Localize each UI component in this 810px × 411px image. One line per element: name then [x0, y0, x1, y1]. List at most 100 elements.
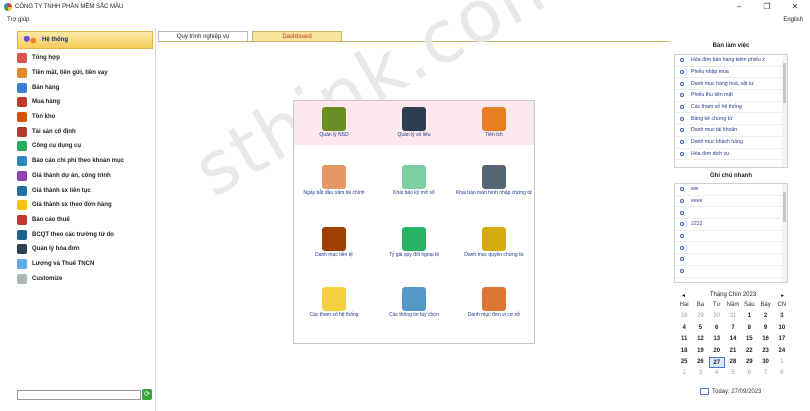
sidebar-item[interactable]: Lương và Thuế TNCN [17, 257, 155, 272]
quicknote-item-row[interactable] [675, 207, 787, 220]
sidebar-item[interactable]: Quản lý hóa đơn [17, 242, 155, 257]
calendar-day[interactable]: 10 [774, 323, 790, 334]
workspace-item-row[interactable]: Các tham số hệ thống [675, 102, 787, 114]
calendar-day[interactable]: 11 [676, 334, 692, 345]
calendar-day[interactable]: 26 [692, 357, 708, 368]
calendar-day[interactable]: 12 [692, 334, 708, 345]
close-button[interactable]: ✕ [790, 2, 800, 12]
calendar-day[interactable]: 6 [709, 323, 725, 334]
calendar-day[interactable]: 1 [774, 357, 790, 368]
quicknote-item-row[interactable] [675, 254, 787, 266]
sidebar-item[interactable]: BCQT theo các trường từ do [17, 227, 155, 242]
sidebar-item[interactable]: Giá thành dự án, công trình [17, 169, 155, 184]
workspace-item-row[interactable]: Danh mục khách hàng [675, 137, 787, 149]
panel-function-item[interactable]: Quản lý số liệu [374, 107, 454, 139]
sidebar-item[interactable]: Giá thành sx liên tục [17, 183, 155, 198]
calendar-day[interactable]: 29 [692, 311, 708, 322]
calendar-day[interactable]: 15 [741, 334, 757, 345]
workspace-item-row[interactable]: Bảng kê chứng từ [675, 113, 787, 126]
calendar-day[interactable]: 30 [757, 357, 773, 368]
panel-function-item[interactable]: Danh mục quyền chứng từ [454, 227, 534, 259]
calendar-month-label[interactable]: Tháng Chín 2023 [710, 292, 756, 298]
calendar-day[interactable]: 7 [725, 323, 741, 334]
quicknote-item-row[interactable] [675, 242, 787, 255]
sidebar-item[interactable]: Mua hàng [17, 95, 155, 110]
sidebar-item[interactable]: Tổng hợp [17, 51, 155, 66]
calendar-day[interactable]: 2 [757, 311, 773, 322]
workspace-item-row[interactable]: Hóa đơn dịch vụ [675, 149, 787, 161]
sidebar-item[interactable]: Báo cáo thuế [17, 213, 155, 228]
calendar-day[interactable]: 23 [757, 346, 773, 357]
calendar-day[interactable]: 25 [676, 357, 692, 368]
menu-help[interactable]: Trợ giúp [7, 17, 29, 23]
calendar-day[interactable]: 4 [709, 368, 725, 379]
quicknotes-scrollbar[interactable] [782, 184, 787, 282]
panel-function-item[interactable]: Tỷ giá quy đổi ngoại tệ [374, 227, 454, 259]
workspace-item-row[interactable]: Phiếu nhập mua [675, 67, 787, 79]
calendar-day[interactable]: 16 [757, 334, 773, 345]
calendar-day[interactable]: 3 [692, 368, 708, 379]
workspace-item-row[interactable]: Phiếu thu tiền mặt [675, 90, 787, 102]
calendar-day[interactable]: 19 [692, 346, 708, 357]
calendar-today[interactable]: Today: 27/09/2023 [700, 388, 761, 395]
calendar-day[interactable]: 9 [757, 323, 773, 334]
calendar-day[interactable]: 31 [725, 311, 741, 322]
sidebar-item[interactable]: Công cụ dụng cụ [17, 139, 155, 154]
calendar-day[interactable]: 5 [692, 323, 708, 334]
calendar-day[interactable]: 29 [741, 357, 757, 368]
refresh-button[interactable]: ⟳ [142, 389, 152, 400]
calendar-day[interactable]: 1 [741, 311, 757, 322]
calendar-day[interactable]: 3 [774, 311, 790, 322]
workspace-item-row[interactable]: Hóa đơn bán hàng kiêm phiếu x [675, 55, 787, 67]
panel-function-item[interactable]: Khai báo kỳ mở sổ [374, 165, 454, 197]
sidebar-search-input[interactable] [17, 390, 141, 400]
sidebar-item[interactable]: Tài sản cố định [17, 124, 155, 139]
panel-function-item[interactable]: Danh mục đơn vị cơ sở [454, 287, 534, 319]
workspace-scrollbar[interactable] [782, 55, 787, 167]
calendar-day[interactable]: 22 [741, 346, 757, 357]
calendar-day[interactable]: 27 [708, 356, 725, 369]
calendar-day[interactable]: 21 [725, 346, 741, 357]
panel-function-item[interactable]: Quản lý NSD [294, 107, 374, 139]
calendar-day[interactable]: 17 [774, 334, 790, 345]
calendar-day[interactable]: 13 [709, 334, 725, 345]
calendar-day[interactable]: 30 [709, 311, 725, 322]
workspace-item-row[interactable]: Danh mục hàng hoá, vật tư [675, 78, 787, 91]
calendar-day[interactable]: 5 [725, 368, 741, 379]
calendar-next-button[interactable]: ▸ [781, 292, 784, 299]
quicknote-item-row[interactable] [675, 231, 787, 243]
panel-function-item[interactable]: Khai báo màn hình nhập chứng từ [454, 165, 534, 197]
quicknote-item-row[interactable]: eeee [675, 196, 787, 208]
panel-function-item[interactable]: Danh mục tiền tệ [294, 227, 374, 259]
sidebar-item[interactable]: Bán hàng [17, 80, 155, 95]
language-switch[interactable]: English [783, 17, 803, 23]
calendar-day[interactable]: 4 [676, 323, 692, 334]
sidebar-item[interactable]: Tồn kho [17, 110, 155, 125]
quicknote-item-row[interactable] [675, 266, 787, 278]
maximize-button[interactable]: ❐ [762, 2, 772, 12]
sidebar-item[interactable]: Báo cáo chi phí theo khoản mục [17, 154, 155, 169]
sidebar-item[interactable]: Customize [17, 271, 155, 286]
quicknote-item-row[interactable]: 2222 [675, 219, 787, 231]
panel-function-item[interactable]: Các thông tin tùy chọn [374, 287, 454, 319]
calendar-day[interactable]: 28 [725, 357, 741, 368]
calendar-day[interactable]: 2 [676, 368, 692, 379]
sidebar-header-system[interactable]: Hệ thống [17, 31, 153, 49]
calendar-day[interactable]: 6 [741, 368, 757, 379]
sidebar-item[interactable]: Giá thành sx theo đơn hàng [17, 198, 155, 213]
calendar-day[interactable]: 8 [774, 368, 790, 379]
panel-function-item[interactable]: Tiện ích [454, 107, 534, 139]
calendar-day[interactable]: 20 [709, 346, 725, 357]
panel-function-item[interactable]: Các tham số hệ thống [294, 287, 374, 319]
quicknote-item-row[interactable]: ww [675, 184, 787, 196]
calendar-day[interactable]: 28 [676, 311, 692, 322]
calendar-day[interactable]: 24 [774, 346, 790, 357]
workspace-item-row[interactable]: Danh mục tài khoản [675, 125, 787, 137]
panel-function-item[interactable]: Ngày bắt đầu năm tài chính [294, 165, 374, 197]
calendar-day[interactable]: 7 [757, 368, 773, 379]
calendar-day[interactable]: 18 [676, 346, 692, 357]
calendar-day[interactable]: 14 [725, 334, 741, 345]
minimize-button[interactable]: – [734, 2, 744, 12]
calendar-day[interactable]: 8 [741, 323, 757, 334]
sidebar-item[interactable]: Tiền mặt, tiền gửi, tiền vay [17, 66, 155, 81]
